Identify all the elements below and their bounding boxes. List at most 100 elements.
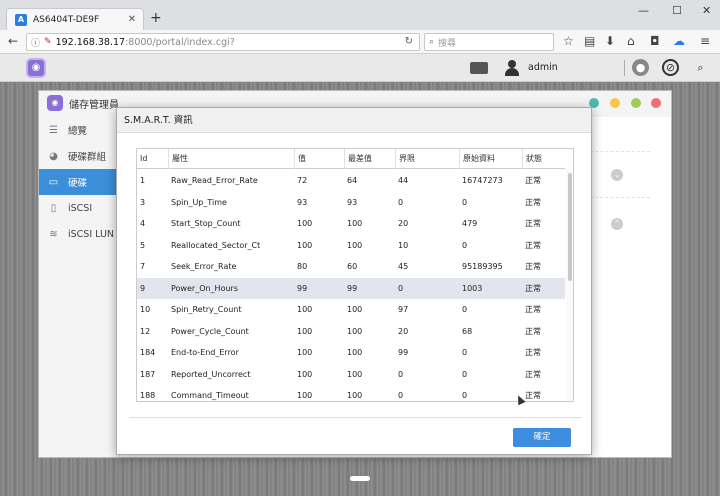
keyboard-icon[interactable] xyxy=(470,62,488,74)
maximize-dot-icon[interactable] xyxy=(631,98,641,108)
cell-status: 正常 xyxy=(525,369,541,379)
cell-status: 正常 xyxy=(525,348,541,357)
cell-raw: 0 xyxy=(462,305,468,314)
adm-top-bar: ◉ admin ● ⊘ ⌕ xyxy=(0,54,720,82)
reading-list-icon[interactable]: ▤ xyxy=(584,34,595,48)
clock-icon[interactable]: ⊘ xyxy=(662,59,679,76)
search-icon[interactable]: ⌕ xyxy=(692,59,709,76)
cell-attribute: Reported_Uncorrect xyxy=(171,369,251,379)
col-header-raw[interactable]: 原始資料 xyxy=(459,149,522,169)
search-box[interactable]: ⌕ 搜尋 xyxy=(424,33,554,51)
lun-icon: ≋ xyxy=(49,228,58,240)
table-row[interactable]: 4 Start_Stop_Count 100 100 20 479 正常 xyxy=(137,213,565,235)
table-row[interactable]: 7 Seek_Error_Rate 80 60 45 95189395 正常 xyxy=(137,256,565,278)
username[interactable]: admin xyxy=(528,62,558,73)
sidebar-item-volume[interactable]: ◕ 硬碟群組 xyxy=(39,143,119,169)
cell-worst: 64 xyxy=(347,176,358,185)
download-icon[interactable]: ⬇ xyxy=(605,34,615,48)
info-icon[interactable]: ⓘ xyxy=(31,36,40,49)
user-icon[interactable] xyxy=(505,60,519,76)
window-close-icon[interactable]: ✕ xyxy=(702,4,711,17)
cell-attribute: Spin_Retry_Count xyxy=(171,305,242,314)
cell-worst: 100 xyxy=(347,240,363,250)
col-header-status[interactable]: 狀態 xyxy=(522,149,565,169)
col-header-id[interactable]: Id xyxy=(137,149,168,169)
sidebar-item-label: iSCSI LUN xyxy=(68,228,115,240)
table-row[interactable]: 10 Spin_Retry_Count 100 100 97 0 正常 xyxy=(137,299,565,321)
col-header-worst[interactable]: 最差值 xyxy=(344,149,395,169)
cloud-extension-icon[interactable]: ☁ xyxy=(673,34,685,48)
minimize-dot-icon[interactable] xyxy=(610,98,620,108)
top-divider xyxy=(624,60,625,76)
cell-worst: 100 xyxy=(347,326,363,336)
address-bar[interactable]: ⓘ ✎ 192.168.38.17:8000/portal/index.cgi?… xyxy=(26,33,420,51)
tab-title: AS6404T-DE9F xyxy=(33,14,100,25)
sidebar-item-iscsi-lun[interactable]: ≋ iSCSI LUN xyxy=(39,221,119,247)
sidebar-item-label: 總覽 xyxy=(68,126,88,137)
close-dot-icon[interactable] xyxy=(651,98,661,108)
taskbar-handle[interactable] xyxy=(350,476,370,481)
sidebar-item-iscsi[interactable]: ▯ iSCSI xyxy=(39,195,119,221)
new-tab-button[interactable]: + xyxy=(150,10,162,26)
notification-icon[interactable]: ● xyxy=(632,59,649,76)
sidebar: ☰ 總覽 ◕ 硬碟群組 ▭ 硬碟 ▯ iSCSI ≋ iSCSI LUN xyxy=(39,117,119,457)
sidebar-item-label: iSCSI xyxy=(68,202,93,214)
table-row[interactable]: 3 Spin_Up_Time 93 93 0 0 正常 xyxy=(137,192,565,214)
ok-button[interactable]: 確定 xyxy=(513,428,571,447)
table-row[interactable]: 184 End-to-End_Error 100 100 99 0 正常 xyxy=(137,342,565,364)
chevron-down-icon[interactable]: ⌄ xyxy=(611,169,623,181)
cell-status: 正常 xyxy=(525,197,541,207)
cell-value: 100 xyxy=(297,369,313,379)
cell-threshold: 97 xyxy=(398,305,409,314)
sidebar-item-disk[interactable]: ▭ 硬碟 xyxy=(39,169,119,195)
chevron-up-icon[interactable]: ⌃ xyxy=(611,218,623,230)
reload-icon[interactable]: ↻ xyxy=(405,36,413,47)
col-header-threshold[interactable]: 界限 xyxy=(395,149,459,169)
cell-threshold: 44 xyxy=(398,176,409,185)
table-row[interactable]: 1 Raw_Read_Error_Rate 72 64 44 16747273 正常 xyxy=(137,170,565,192)
cell-worst: 60 xyxy=(347,262,358,271)
back-arrow-icon[interactable]: ← xyxy=(8,34,18,48)
adm-launcher-icon[interactable]: ◉ xyxy=(26,58,46,78)
browser-tab[interactable]: A AS6404T-DE9F ✕ xyxy=(6,8,144,30)
divider xyxy=(590,197,650,198)
table-row[interactable]: 188 Command_Timeout 100 100 0 0 正常 xyxy=(137,385,565,401)
table-row[interactable]: 187 Reported_Uncorrect 100 100 0 0 正常 xyxy=(137,364,565,386)
volume-icon: ◕ xyxy=(49,150,58,162)
dialog-title: S.M.A.R.T. 資訊 xyxy=(117,108,591,133)
table-row[interactable]: 12 Power_Cycle_Count 100 100 20 68 正常 xyxy=(137,321,565,343)
cell-worst: 100 xyxy=(347,391,363,400)
cell-threshold: 0 xyxy=(398,369,404,379)
window-title: 儲存管理員 xyxy=(69,99,119,111)
minimize-icon[interactable]: — xyxy=(638,4,649,17)
cell-id: 1 xyxy=(140,176,146,185)
scrollbar-thumb[interactable] xyxy=(568,173,572,281)
cell-status: 正常 xyxy=(525,262,541,271)
pocket-icon[interactable]: ◘ xyxy=(650,34,660,48)
bookmark-star-icon[interactable]: ☆ xyxy=(563,34,574,48)
storage-manager-icon: ◉ xyxy=(47,95,63,111)
cell-worst: 100 xyxy=(347,369,363,379)
cell-raw: 479 xyxy=(462,219,478,228)
cell-id: 12 xyxy=(140,326,151,336)
tab-close-icon[interactable]: ✕ xyxy=(128,14,136,25)
url-path: :8000/portal/index.cgi? xyxy=(125,36,235,48)
table-scrollbar[interactable] xyxy=(566,169,573,401)
sidebar-item-overview[interactable]: ☰ 總覽 xyxy=(39,117,119,143)
dialog-divider xyxy=(129,417,581,418)
iscsi-icon: ▯ xyxy=(50,202,57,214)
menu-icon[interactable]: ≡ xyxy=(700,34,710,48)
home-icon[interactable]: ⌂ xyxy=(627,34,635,48)
maximize-icon[interactable]: ☐ xyxy=(672,4,682,17)
cell-threshold: 20 xyxy=(398,219,409,228)
col-header-value[interactable]: 值 xyxy=(294,149,344,169)
cell-status: 正常 xyxy=(525,326,541,336)
cell-value: 93 xyxy=(297,197,308,207)
table-row[interactable]: 9 Power_On_Hours 99 99 0 1003 正常 xyxy=(137,277,565,299)
col-header-attribute[interactable]: 屬性 xyxy=(168,149,294,169)
url-host: 192.168.38.17 xyxy=(55,36,126,48)
cell-attribute: Start_Stop_Count xyxy=(171,219,241,228)
table-row[interactable]: 5 Reallocated_Sector_Ct 100 100 10 0 正常 xyxy=(137,235,565,257)
cell-status: 正常 xyxy=(525,305,541,314)
cell-value: 100 xyxy=(297,326,313,336)
